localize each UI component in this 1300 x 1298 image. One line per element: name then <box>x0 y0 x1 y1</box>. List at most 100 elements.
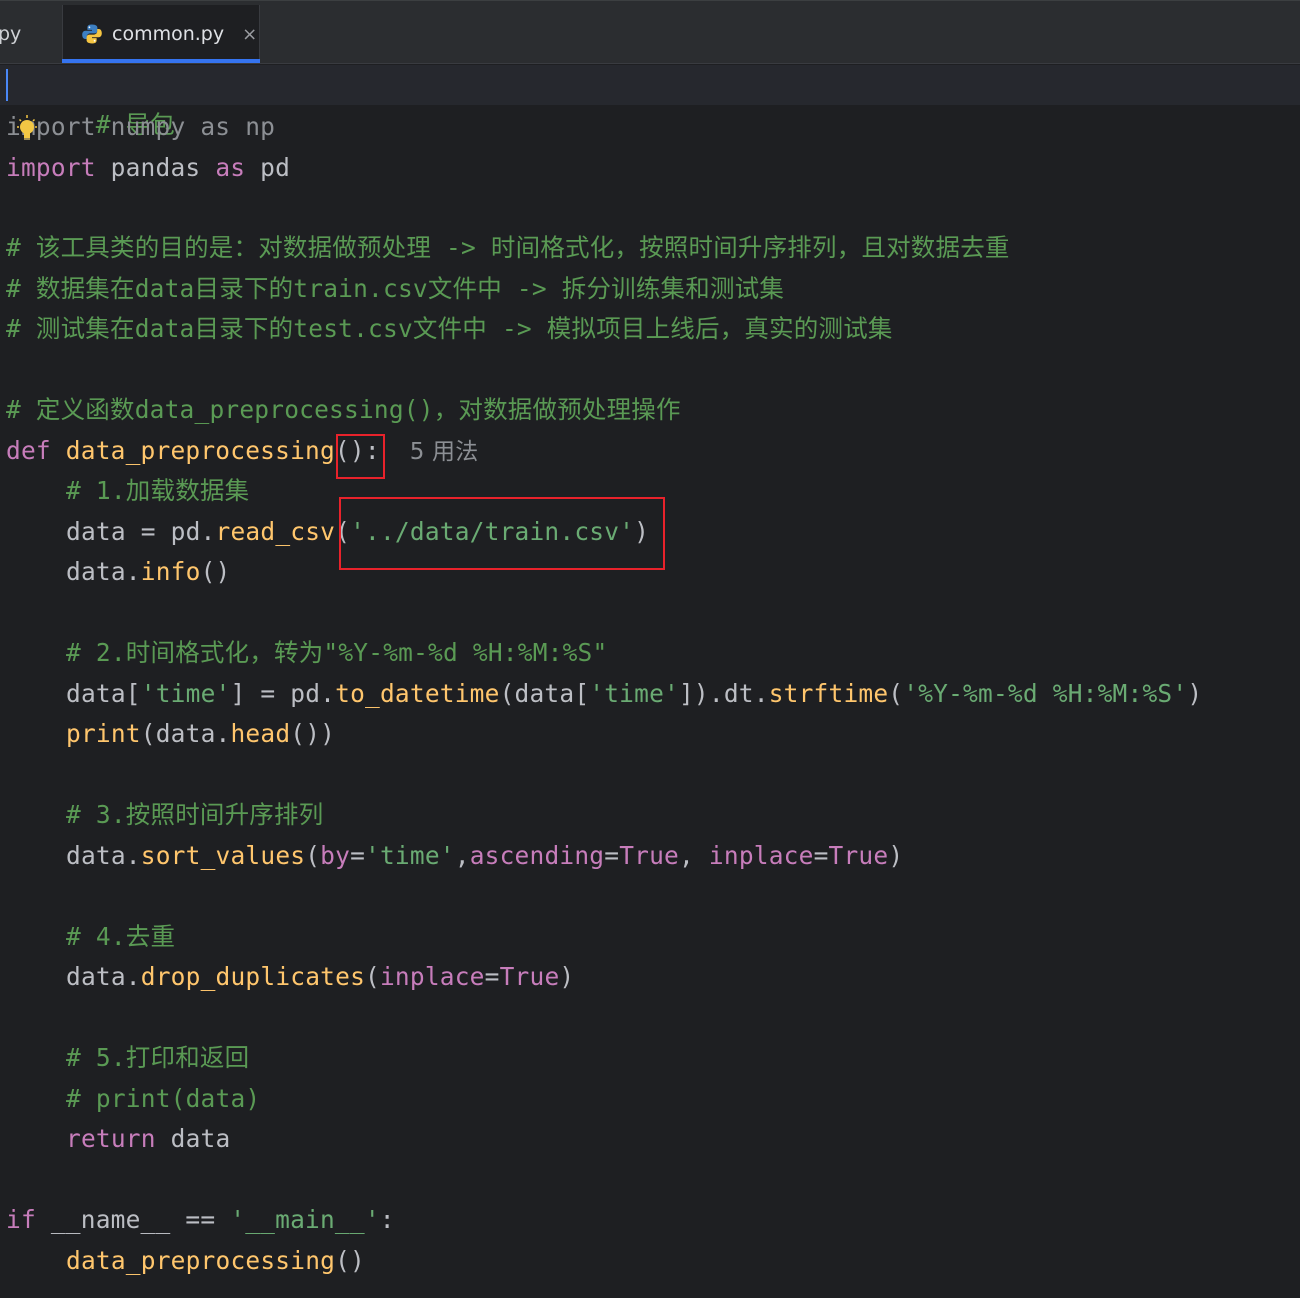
comment: # 该工具类的目的是：对数据做预处理 -> 时间格式化，按照时间升序排列，且对数… <box>6 233 1010 262</box>
code-line-3: import pandas as pd <box>6 148 290 188</box>
code-line-9: # 定义函数data_preprocessing()，对数据做预处理操作 <box>6 390 681 430</box>
code-text: ) <box>1187 679 1203 708</box>
code-text: () <box>200 557 231 586</box>
editor-tab-bar: py common.py × <box>0 0 1300 64</box>
code-line-11: # 1.加载数据集 <box>6 471 249 511</box>
module-alias: np <box>230 112 276 141</box>
code-text: data. <box>66 841 141 870</box>
tab-active-label: common.py <box>112 23 225 45</box>
comment: # 1.加载数据集 <box>66 476 250 505</box>
ide-window: py common.py × # 导包 import numpy as np i… <box>0 0 1300 1298</box>
comment: # 2.时间格式化，转为"%Y-%m-%d %H:%M:%S" <box>66 638 608 667</box>
code-text: ( <box>365 962 380 991</box>
function-name: data_preprocessing <box>50 436 335 465</box>
code-line-13: data.info() <box>6 552 230 592</box>
code-text: , <box>454 841 470 870</box>
code-text: ()) <box>290 719 336 748</box>
code-line-16: data['time'] = pd.to_datetime(data['time… <box>6 674 1202 714</box>
builtin-name: print <box>66 719 141 748</box>
keyword-argument: by <box>320 841 351 870</box>
code-text: (data[ <box>499 679 590 708</box>
boolean-literal: True <box>619 841 680 870</box>
code-text: ] = pd. <box>230 679 336 708</box>
import-keyword: import <box>6 153 96 182</box>
highlight-box-path <box>339 497 665 570</box>
code-line-20: data.sort_values(by='time',ascending=Tru… <box>6 836 903 876</box>
code-text: data = pd. <box>66 517 216 546</box>
code-line-6: # 数据集在data目录下的train.csv文件中 -> 拆分训练集和测试集 <box>6 269 784 309</box>
keyword-argument: ascending <box>469 841 605 870</box>
code-text: data. <box>66 557 141 586</box>
code-line-10: def data_preprocessing(): 5 用法 <box>6 431 478 471</box>
method-name: sort_values <box>140 841 306 870</box>
code-line-17: print(data.head()) <box>6 714 335 754</box>
code-line-27: return data <box>6 1119 230 1159</box>
as-keyword: as <box>200 112 231 141</box>
method-name: info <box>140 557 201 586</box>
comment: # 3.按照时间升序排列 <box>66 800 324 829</box>
code-text: ( <box>305 841 321 870</box>
keyword-argument: inplace <box>708 841 814 870</box>
active-tab-indicator <box>62 59 260 63</box>
code-line-26: # print(data) <box>6 1079 260 1119</box>
module-name: numpy <box>95 112 201 141</box>
code-line-22: # 4.去重 <box>6 917 175 957</box>
comment: # 数据集在data目录下的train.csv文件中 -> 拆分训练集和测试集 <box>6 274 785 303</box>
comment: # 定义函数data_preprocessing()，对数据做预处理操作 <box>6 395 681 424</box>
string-literal: 'time' <box>589 679 679 708</box>
keyword-argument: inplace <box>379 962 485 991</box>
tab-previous-label: py <box>0 23 22 45</box>
code-text: data. <box>66 962 141 991</box>
boolean-literal: True <box>828 841 889 870</box>
method-name: read_csv <box>215 517 336 546</box>
comment: # print(data) <box>66 1084 261 1113</box>
string-literal: 'time' <box>365 841 455 870</box>
close-icon[interactable]: × <box>242 24 257 45</box>
code-text: = <box>350 841 366 870</box>
function-call: data_preprocessing <box>66 1246 336 1275</box>
code-text: = <box>484 962 500 991</box>
code-text: data <box>155 1124 231 1153</box>
python-file-icon <box>81 23 103 45</box>
tab-previous-file[interactable]: py <box>0 5 58 63</box>
comment: # 5.打印和返回 <box>66 1043 250 1072</box>
method-name: strftime <box>768 679 889 708</box>
code-text: ( <box>888 679 904 708</box>
method-name: to_datetime <box>335 679 500 708</box>
code-line-2: import numpy as np <box>6 107 275 147</box>
code-text: = <box>604 841 620 870</box>
comment: # 测试集在data目录下的test.csv文件中 -> 模拟项目上线后，真实的… <box>6 314 893 343</box>
code-text: , <box>679 841 709 870</box>
boolean-literal: True <box>499 962 560 991</box>
code-editor[interactable]: # 导包 import numpy as np import pandas as… <box>0 65 1300 1298</box>
as-keyword: as <box>215 153 246 182</box>
code-text: = <box>813 841 829 870</box>
string-literal: '__main__' <box>230 1205 380 1234</box>
usages-hint[interactable]: 5 用法 <box>410 439 479 465</box>
tab-common-py[interactable]: common.py × <box>62 5 260 63</box>
code-line-7: # 测试集在data目录下的test.csv文件中 -> 模拟项目上线后，真实的… <box>6 309 893 349</box>
code-line-30: data_preprocessing() <box>6 1241 365 1281</box>
code-line-25: # 5.打印和返回 <box>6 1038 249 1078</box>
lightbulb-icon[interactable] <box>16 115 38 145</box>
code-line-19: # 3.按照时间升序排列 <box>6 795 323 835</box>
return-keyword: return <box>66 1124 156 1153</box>
string-literal: 'time' <box>140 679 231 708</box>
code-line-23: data.drop_duplicates(inplace=True) <box>6 957 574 997</box>
code-line-1: # 导包 <box>6 65 175 139</box>
code-text: data[ <box>66 679 141 708</box>
code-text: : <box>379 1205 395 1234</box>
code-text: (data. <box>140 719 231 748</box>
code-line-15: # 2.时间格式化，转为"%Y-%m-%d %H:%M:%S" <box>6 633 607 673</box>
code-text: ) <box>559 962 575 991</box>
module-alias: pd <box>245 153 291 182</box>
if-keyword: if <box>6 1205 36 1234</box>
current-line-highlight <box>0 65 1300 105</box>
code-text: __name__ == <box>35 1205 231 1234</box>
def-keyword: def <box>6 436 51 465</box>
code-text: ]).dt. <box>678 679 769 708</box>
code-text: () <box>335 1246 366 1275</box>
string-literal: '%Y-%m-%d %H:%M:%S' <box>903 679 1188 708</box>
code-text: ) <box>888 841 904 870</box>
code-line-5: # 该工具类的目的是：对数据做预处理 -> 时间格式化，按照时间升序排列，且对数… <box>6 228 1010 268</box>
